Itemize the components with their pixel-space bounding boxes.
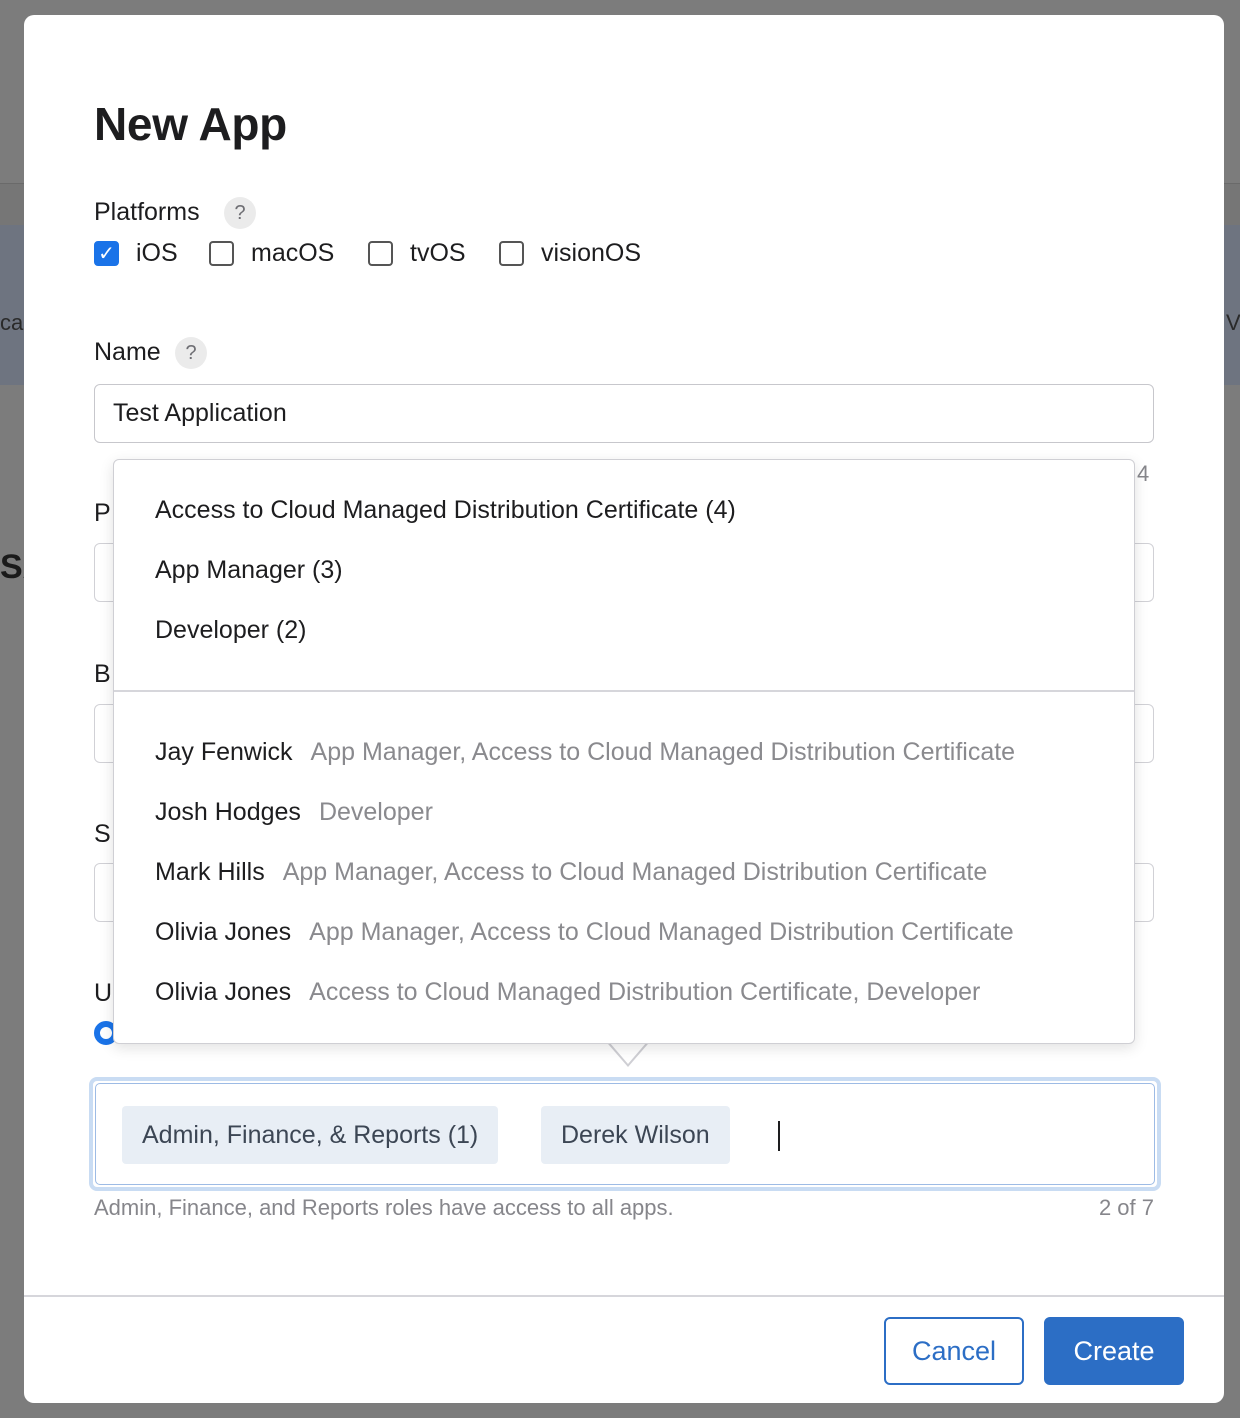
footer-divider [24,1295,1224,1297]
cancel-button[interactable]: Cancel [884,1317,1024,1385]
user-access-token-field[interactable]: Admin, Finance, & Reports (1) Derek Wils… [89,1077,1161,1191]
obscured-field-label-3: S [94,820,111,848]
access-hint-text: Admin, Finance, and Reports roles have a… [94,1195,674,1220]
suggestions-dropdown: Access to Cloud Managed Distribution Cer… [113,459,1135,1044]
person-name: Josh Hodges [155,798,301,826]
dropdown-group-item[interactable]: App Manager (3) [155,556,343,585]
checkbox-ios[interactable]: ✓ iOS [94,239,178,268]
platforms-help-icon[interactable]: ? [224,197,256,229]
checkbox-ios-label: iOS [136,239,178,267]
person-name: Olivia Jones [155,918,292,946]
person-roles: Access to Cloud Managed Distribution Cer… [309,978,981,1006]
text-caret [778,1121,780,1151]
checkbox-visionos-label: visionOS [541,239,642,267]
new-app-dialog: New App Platforms ? ✓ iOS macOS tvOS vis… [24,15,1224,1403]
token-admin-finance-reports[interactable]: Admin, Finance, & Reports (1) [122,1106,499,1164]
dropdown-group-item[interactable]: Developer (2) [155,616,306,645]
person-roles: Developer [318,798,433,826]
dialog-title: New App [94,98,287,150]
person-roles: App Manager, Access to Cloud Managed Dis… [282,858,988,886]
checkbox-visionos[interactable]: visionOS [499,239,641,268]
background-fragment-right: V [1226,310,1240,335]
checkbox-visionos-box[interactable] [499,241,524,266]
checkbox-ios-box[interactable]: ✓ [94,241,119,266]
background-fragment-left: ca [0,310,24,335]
person-name: Mark Hills [155,858,265,886]
dropdown-person-item[interactable]: Josh Hodges Developer [155,798,433,827]
person-name: Olivia Jones [155,978,292,1006]
name-input[interactable]: Test Application [94,384,1154,443]
person-roles: App Manager, Access to Cloud Managed Dis… [310,738,1016,766]
dropdown-person-item[interactable]: Olivia Jones App Manager, Access to Cloud… [155,918,1014,947]
checkbox-tvos-box[interactable] [368,241,393,266]
person-roles: App Manager, Access to Cloud Managed Dis… [309,918,1014,946]
dropdown-divider [114,690,1134,692]
person-name: Jay Fenwick [155,738,293,766]
dropdown-person-item[interactable]: Jay Fenwick App Manager, Access to Cloud … [155,738,1015,767]
obscured-field-label-2: B [94,660,111,688]
name-help-icon[interactable]: ? [175,337,207,369]
name-input-value: Test Application [113,399,287,427]
obscured-field-label-1: P [94,499,111,527]
dropdown-group-item[interactable]: Access to Cloud Managed Distribution Cer… [155,496,736,525]
dropdown-person-item[interactable]: Olivia Jones Access to Cloud Managed Dist… [155,978,980,1007]
checkbox-macos-box[interactable] [209,241,234,266]
dropdown-person-item[interactable]: Mark Hills App Manager, Access to Cloud M… [155,858,987,887]
obscured-field-label-4: U [94,979,113,1007]
token-derek-wilson[interactable]: Derek Wilson [541,1106,730,1164]
checkbox-tvos[interactable]: tvOS [368,239,466,268]
checkmark-icon: ✓ [98,242,115,265]
checkbox-tvos-label: tvOS [410,239,466,267]
platforms-label: Platforms [94,198,200,226]
access-counter: 2 of 7 [1098,1195,1154,1220]
checkbox-macos[interactable]: macOS [209,239,334,268]
create-button[interactable]: Create [1044,1317,1184,1385]
name-label: Name [94,338,161,366]
checkbox-macos-label: macOS [251,239,335,267]
name-char-count: 4 [1137,461,1150,486]
